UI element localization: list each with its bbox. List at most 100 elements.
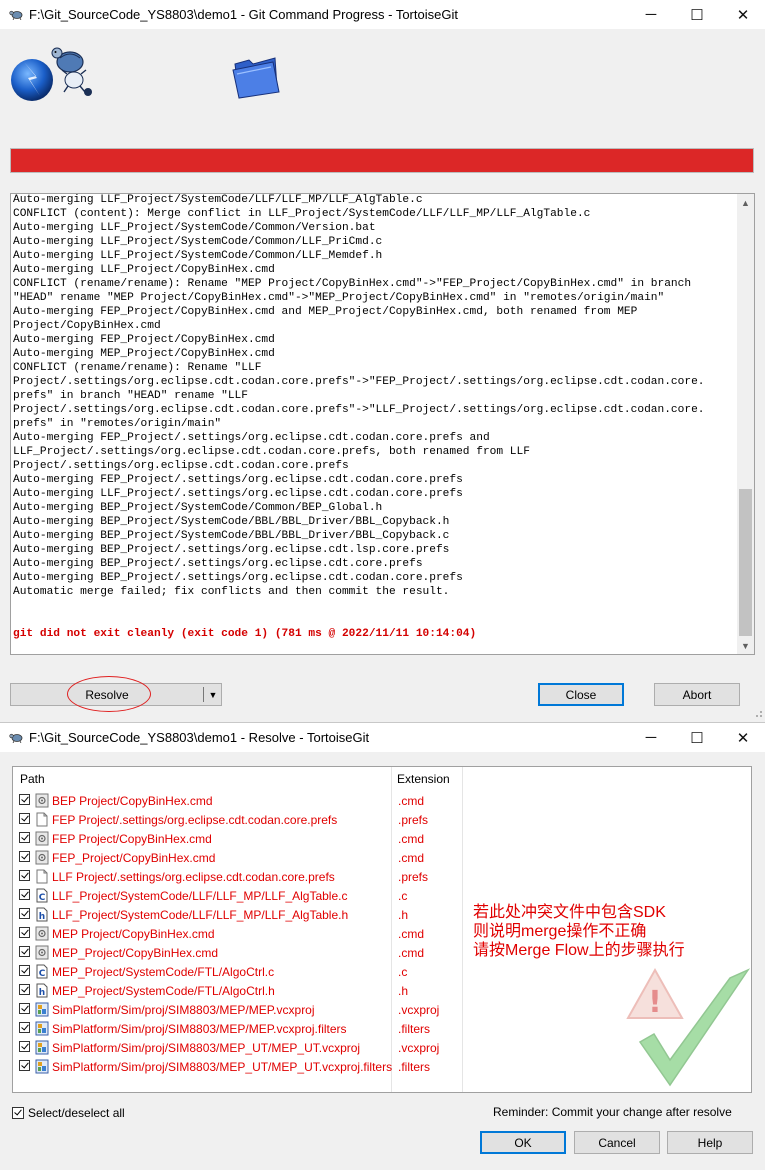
list-header: Path Extension (13, 767, 463, 1092)
log-line: Auto-merging BEP_Project/SystemCode/Comm… (13, 502, 383, 514)
table-row[interactable]: FEP Project/.settings/org.eclipse.cdt.co… (13, 810, 463, 829)
table-row[interactable]: C MEP_Project/SystemCode/FTL/AlgoCtrl.c .c (13, 962, 463, 981)
table-row[interactable]: SimPlatform/Sim/proj/SIM8803/MEP_UT/MEP_… (13, 1057, 463, 1076)
file-checkbox[interactable] (19, 1060, 30, 1071)
c-file-icon: C (35, 964, 49, 979)
close-window-button[interactable]: ✕ (720, 723, 765, 752)
table-row[interactable]: h LLF_Project/SystemCode/LLF/LLF_MP/LLF_A… (13, 905, 463, 924)
minimize-button[interactable]: ─ (628, 0, 674, 29)
title-bar[interactable]: F:\Git_SourceCode_YS8803\demo1 - Resolve… (0, 723, 765, 752)
cancel-button[interactable]: Cancel (574, 1131, 660, 1154)
log-line: Auto-merging LLF_Project/SystemCode/Comm… (13, 222, 376, 234)
svg-text:h: h (39, 988, 45, 998)
git-progress-window: F:\Git_SourceCode_YS8803\demo1 - Git Com… (0, 0, 765, 720)
log-line: Auto-merging BEP_Project/.settings/org.e… (13, 572, 463, 584)
h-file-icon: h (35, 983, 49, 998)
file-checkbox[interactable] (19, 908, 30, 919)
maximize-button[interactable]: ☐ (674, 0, 720, 29)
dropdown-arrow-icon[interactable]: ▼ (204, 684, 222, 705)
file-checkbox[interactable] (19, 870, 30, 881)
log-line: Auto-merging BEP_Project/.settings/org.e… (13, 558, 423, 570)
script-file-icon (35, 926, 49, 941)
file-extension: .cmd (398, 946, 425, 960)
blank-file-icon (35, 812, 49, 827)
close-window-button[interactable]: ✕ (720, 0, 765, 29)
file-checkbox[interactable] (19, 984, 30, 995)
table-row[interactable]: h MEP_Project/SystemCode/FTL/AlgoCtrl.h .h (13, 981, 463, 1000)
file-checkbox[interactable] (19, 851, 30, 862)
file-checkbox[interactable] (19, 965, 30, 976)
svg-text:!: ! (648, 985, 662, 1020)
table-row[interactable]: SimPlatform/Sim/proj/SIM8803/MEP/MEP.vcx… (13, 1019, 463, 1038)
column-header-extension[interactable]: Extension (397, 772, 450, 786)
file-extension: .filters (398, 1060, 431, 1074)
table-row[interactable]: BEP Project/CopyBinHex.cmd .cmd (13, 791, 463, 810)
tortoisegit-logo-icon (11, 47, 92, 101)
scroll-down-arrow-icon[interactable]: ▼ (737, 637, 754, 654)
script-file-icon (35, 850, 49, 865)
resize-grip-icon[interactable] (753, 708, 763, 718)
tortoisegit-app-icon (9, 733, 23, 743)
log-line: Auto-merging BEP_Project/SystemCode/BBL/… (13, 530, 450, 542)
file-extension: .vcxproj (398, 1041, 440, 1055)
scroll-thumb[interactable] (739, 489, 752, 636)
minimize-button[interactable]: ─ (628, 723, 674, 752)
scroll-up-arrow-icon[interactable]: ▲ (737, 194, 754, 211)
c-file-icon: C (35, 888, 49, 903)
log-line: CONFLICT (rename/rename): Rename "MEP Pr… (13, 278, 692, 290)
blank-file-icon (35, 869, 49, 884)
resolve-split-button[interactable]: Resolve ▼ (10, 683, 222, 706)
file-checkbox[interactable] (19, 832, 30, 843)
output-log[interactable]: Auto-merging LLF_Project/SystemCode/LLF/… (10, 193, 755, 655)
table-row[interactable]: SimPlatform/Sim/proj/SIM8803/MEP_UT/MEP_… (13, 1038, 463, 1057)
log-line: Project/.settings/org.eclipse.cdt.codan.… (13, 404, 705, 416)
table-row[interactable]: C LLF_Project/SystemCode/LLF/LLF_MP/LLF_A… (13, 886, 463, 905)
file-path: SimPlatform/Sim/proj/SIM8803/MEP_UT/MEP_… (52, 1041, 361, 1055)
file-checkbox[interactable] (19, 813, 30, 824)
table-row[interactable]: MEP Project/CopyBinHex.cmd .cmd (13, 924, 463, 943)
table-row[interactable]: LLF Project/.settings/org.eclipse.cdt.co… (13, 867, 463, 886)
file-checkbox[interactable] (19, 1003, 30, 1014)
log-line: Auto-merging FEP_Project/.settings/org.e… (13, 432, 490, 444)
table-row[interactable]: MEP_Project/CopyBinHex.cmd .cmd (13, 943, 463, 962)
log-line: CONFLICT (rename/rename): Rename "LLF (13, 362, 262, 374)
file-checkbox[interactable] (19, 794, 30, 805)
abort-button[interactable]: Abort (654, 683, 740, 706)
folder-icon (232, 57, 280, 99)
table-row[interactable]: FEP Project/CopyBinHex.cmd .cmd (13, 829, 463, 848)
select-all-label: Select/deselect all (28, 1106, 125, 1120)
log-line: Auto-merging MEP_Project/CopyBinHex.cmd (13, 348, 275, 360)
file-path: SimPlatform/Sim/proj/SIM8803/MEP_UT/MEP_… (52, 1060, 393, 1074)
resolve-button[interactable]: Resolve (11, 684, 203, 705)
file-checkbox[interactable] (19, 1041, 30, 1052)
file-path: BEP Project/CopyBinHex.cmd (52, 794, 213, 808)
ok-button[interactable]: OK (480, 1131, 566, 1154)
log-scrollbar[interactable]: ▲ ▼ (737, 194, 754, 654)
table-row[interactable]: SimPlatform/Sim/proj/SIM8803/MEP/MEP.vcx… (13, 1000, 463, 1019)
file-path: SimPlatform/Sim/proj/SIM8803/MEP/MEP.vcx… (52, 1022, 347, 1036)
column-header-path[interactable]: Path (20, 772, 45, 786)
file-checkbox[interactable] (19, 927, 30, 938)
title-bar[interactable]: F:\Git_SourceCode_YS8803\demo1 - Git Com… (0, 0, 765, 29)
script-file-icon (35, 945, 49, 960)
file-extension: .cmd (398, 832, 425, 846)
log-line: Project/.settings/org.eclipse.cdt.codan.… (13, 460, 349, 472)
file-path: LLF_Project/SystemCode/LLF/LLF_MP/LLF_Al… (52, 908, 349, 922)
file-path: LLF Project/.settings/org.eclipse.cdt.co… (52, 870, 335, 884)
file-path: LLF_Project/SystemCode/LLF/LLF_MP/LLF_Al… (52, 889, 348, 903)
log-line: Automatic merge failed; fix conflicts an… (13, 586, 450, 598)
close-button[interactable]: Close (538, 683, 624, 706)
file-checkbox[interactable] (19, 946, 30, 957)
file-checkbox[interactable] (19, 889, 30, 900)
file-extension: .prefs (398, 813, 429, 827)
table-row[interactable]: FEP_Project/CopyBinHex.cmd .cmd (13, 848, 463, 867)
maximize-button[interactable]: ☐ (674, 723, 720, 752)
select-all-check[interactable] (12, 1107, 24, 1119)
log-line: prefs" in "remotes/origin/main" (13, 418, 222, 430)
vcxproj-file-icon (35, 1040, 49, 1055)
log-line: LLF_Project/.settings/org.eclipse.cdt.co… (13, 446, 530, 458)
file-checkbox[interactable] (19, 1022, 30, 1033)
help-button[interactable]: Help (667, 1131, 753, 1154)
